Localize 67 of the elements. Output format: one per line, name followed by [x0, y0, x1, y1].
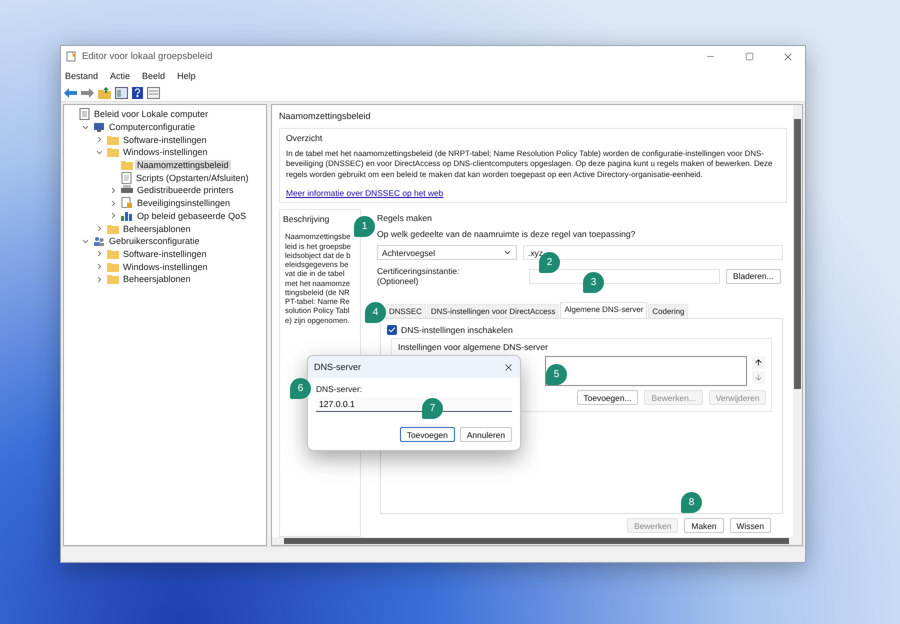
info-link[interactable]: Meer informatie over DNSSEC op het web [286, 188, 444, 198]
menu-item[interactable]: Actie [110, 70, 130, 80]
forward-arrow-icon[interactable] [81, 88, 94, 98]
tree-item[interactable]: Computerconfiguratie [107, 122, 198, 132]
tree-item[interactable]: Naamomzettingsbeleid [135, 160, 231, 170]
tree-item[interactable]: Beheersjablonen [121, 224, 193, 234]
group-heading: Beschrijving [283, 214, 330, 224]
bar-chart-icon [121, 210, 133, 222]
folder-icon [107, 274, 119, 284]
server-button[interactable]: Toevoegen... [576, 390, 638, 406]
question-label: Op welk gedeelte van de naamruimte is deze regel van toepassing? [377, 229, 636, 240]
tree-item[interactable]: Gebruikersconfiguratie [107, 236, 202, 246]
tree-item[interactable]: Windows-instellingen [121, 262, 210, 272]
tree-item[interactable]: Software-instellingen [121, 248, 209, 259]
close-icon[interactable] [503, 362, 514, 372]
vertical-scrollbar[interactable] [793, 105, 802, 545]
group-heading: Regels maken [377, 213, 433, 224]
tree-item[interactable]: Gedistribueerde printers [135, 185, 236, 196]
checkbox-label: DNS-instellingen inschakelen [401, 325, 513, 336]
window-title: Editor voor lokaal groepsbeleid [82, 51, 214, 62]
folder-icon [107, 147, 119, 158]
folder-up-icon[interactable] [98, 86, 111, 98]
tree-item[interactable]: Software-instellingen [121, 134, 209, 145]
browse-button[interactable]: Bladeren... [726, 268, 781, 284]
printer-icon [121, 185, 133, 196]
type-dropdown[interactable]: Achtervoegsel [377, 245, 517, 260]
menu-item[interactable]: Beeld [142, 70, 166, 80]
window-icon[interactable] [147, 86, 160, 98]
tree-item[interactable]: Beheersjablonen [121, 274, 193, 284]
document-icon [121, 172, 132, 184]
group-heading: Overzicht [286, 133, 324, 143]
app-icon [66, 51, 77, 62]
tree-item[interactable]: Beveiligingsinstellingen [135, 198, 232, 208]
folder-icon [107, 134, 119, 145]
dialog-button[interactable]: Toevoegen [400, 427, 455, 442]
panel-icon[interactable] [115, 86, 128, 98]
document-icon [79, 108, 90, 120]
group-heading: Instellingen voor algemene DNS-server [398, 342, 549, 352]
tree-item[interactable]: Scripts (Opstarten/Afsluiten) [134, 172, 251, 183]
help-icon[interactable] [132, 86, 143, 98]
tree-item[interactable]: Windows-instellingen [121, 147, 210, 158]
action-button[interactable]: Wissen [730, 518, 771, 534]
dialog-button[interactable]: Annuleren [460, 427, 512, 442]
field-label: DNS-server: [316, 384, 364, 394]
dialog-title: DNS-server [314, 362, 362, 372]
tree-item[interactable]: Op beleid gebaseerde QoS [135, 210, 248, 221]
computer-icon [93, 122, 105, 133]
arrow-down-icon [754, 373, 763, 382]
folder-icon [107, 248, 119, 259]
checkbox[interactable] [387, 325, 397, 336]
pane-title: Naamomzettingsbeleid [279, 111, 372, 123]
action-button[interactable]: Maken [684, 518, 724, 534]
folder-icon [107, 224, 119, 234]
arrow-up-icon [754, 358, 763, 368]
back-arrow-icon[interactable] [64, 88, 77, 98]
server-list[interactable] [545, 356, 747, 386]
maximize-icon [744, 52, 754, 61]
menu-item[interactable]: Help [177, 70, 196, 80]
users-icon [93, 236, 105, 247]
move-up-button[interactable] [752, 356, 765, 370]
ca-label: Certificeringsinstantie: (Optioneel) [377, 266, 460, 286]
folder-icon [107, 262, 119, 272]
menu-item[interactable]: Bestand [65, 70, 98, 80]
folder-icon [121, 160, 133, 170]
lock-document-icon [121, 197, 133, 210]
tree-item[interactable]: Beleid voor Lokale computer [92, 109, 210, 120]
horizontal-scrollbar[interactable] [272, 537, 793, 545]
